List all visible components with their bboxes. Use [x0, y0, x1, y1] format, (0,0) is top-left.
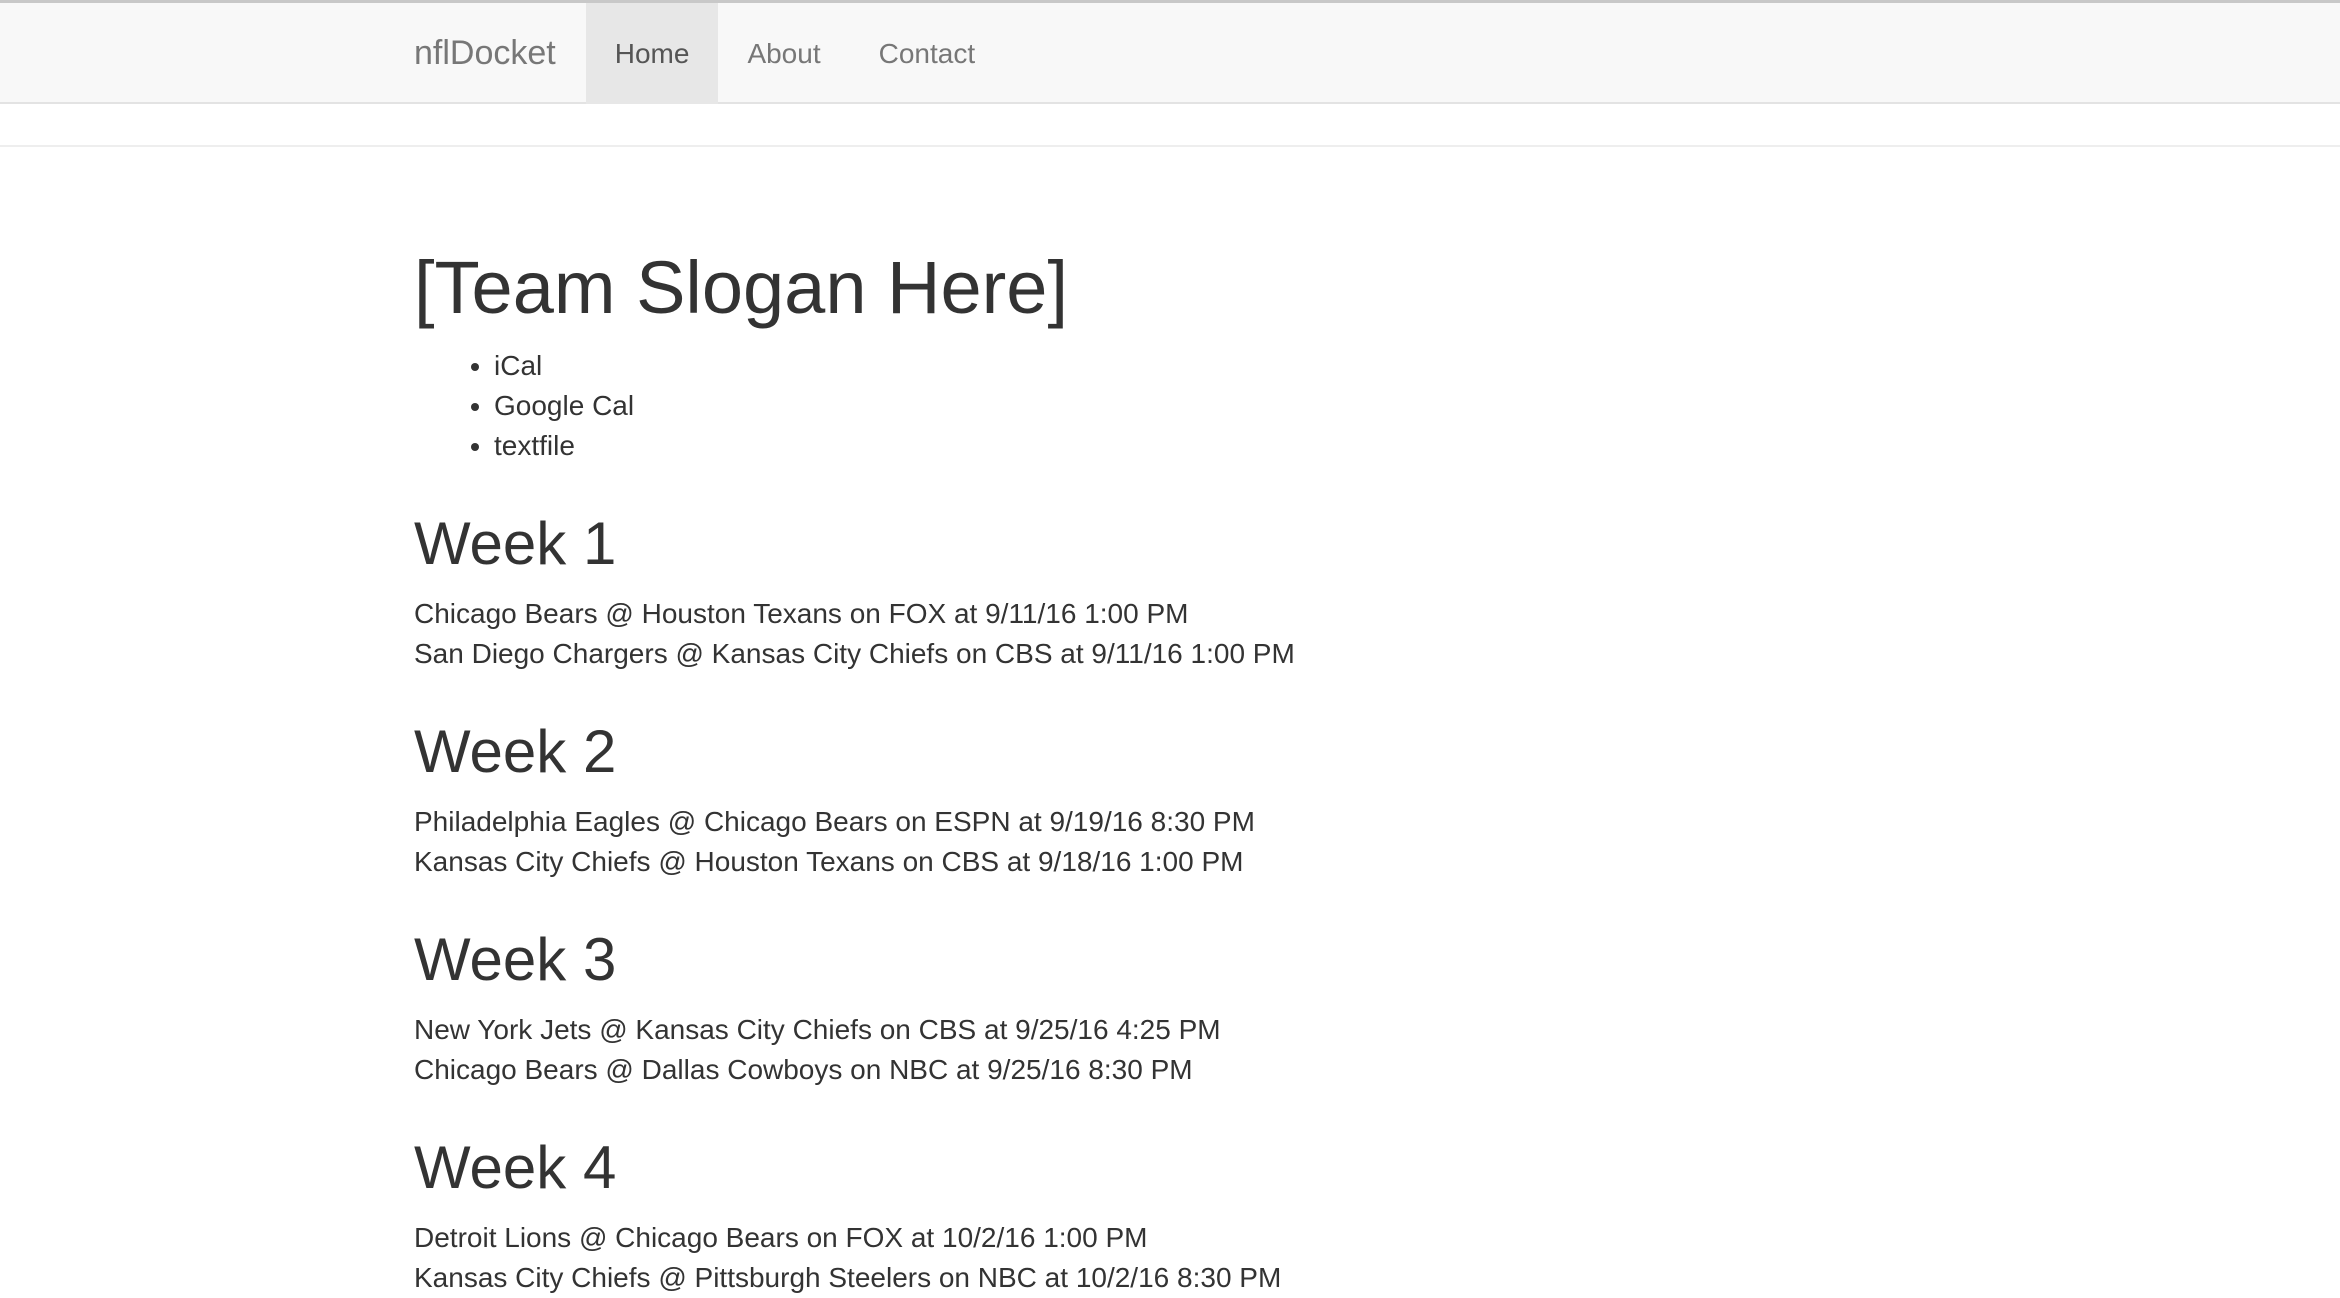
game-row: Chicago Bears @ Dallas Cowboys on NBC at… [414, 1054, 1193, 1085]
week-heading: Week 2 [414, 718, 617, 785]
games-list: Chicago Bears @ Houston Texans on FOX at… [414, 594, 1926, 674]
list-item: iCal [494, 346, 1926, 386]
week-heading: Week 1 [414, 510, 617, 577]
week-4-section: Week 4 Detroit Lions @ Chicago Bears on … [414, 1132, 1926, 1298]
game-row: Kansas City Chiefs @ Houston Texans on C… [414, 846, 1244, 877]
game-row: San Diego Chargers @ Kansas City Chiefs … [414, 638, 1295, 669]
nav-about[interactable]: About [718, 3, 849, 104]
games-list: Detroit Lions @ Chicago Bears on FOX at … [414, 1218, 1926, 1298]
header-divider [0, 145, 2340, 147]
game-row: Detroit Lions @ Chicago Bears on FOX at … [414, 1222, 1148, 1253]
team-slogan: [Team Slogan Here] [414, 246, 1069, 329]
week-heading: Week 3 [414, 926, 617, 993]
games-list: New York Jets @ Kansas City Chiefs on CB… [414, 1010, 1926, 1090]
google-cal-link[interactable]: Google Cal [494, 390, 634, 421]
week-1-section: Week 1 Chicago Bears @ Houston Texans on… [414, 508, 1926, 674]
calendar-links-list: iCal Google Cal textfile [414, 346, 1926, 466]
navbar-inner: nflDocket Home About Contact [414, 3, 1004, 104]
game-row: New York Jets @ Kansas City Chiefs on CB… [414, 1014, 1221, 1045]
game-row: Philadelphia Eagles @ Chicago Bears on E… [414, 806, 1255, 837]
week-heading: Week 4 [414, 1134, 617, 1201]
game-row: Kansas City Chiefs @ Pittsburgh Steelers… [414, 1262, 1282, 1293]
ical-link[interactable]: iCal [494, 350, 542, 381]
list-item: Google Cal [494, 386, 1926, 426]
textfile-link[interactable]: textfile [494, 430, 575, 461]
navbar: nflDocket Home About Contact [0, 3, 2340, 104]
games-list: Philadelphia Eagles @ Chicago Bears on E… [414, 802, 1926, 882]
brand-link[interactable]: nflDocket [414, 3, 586, 104]
main-content: [Team Slogan Here] iCal Google Cal textf… [414, 240, 1926, 1298]
nav-home[interactable]: Home [585, 3, 719, 104]
game-row: Chicago Bears @ Houston Texans on FOX at… [414, 598, 1189, 629]
nav-contact[interactable]: Contact [850, 3, 1005, 104]
week-3-section: Week 3 New York Jets @ Kansas City Chief… [414, 924, 1926, 1090]
list-item: textfile [494, 426, 1926, 466]
week-2-section: Week 2 Philadelphia Eagles @ Chicago Bea… [414, 716, 1926, 882]
